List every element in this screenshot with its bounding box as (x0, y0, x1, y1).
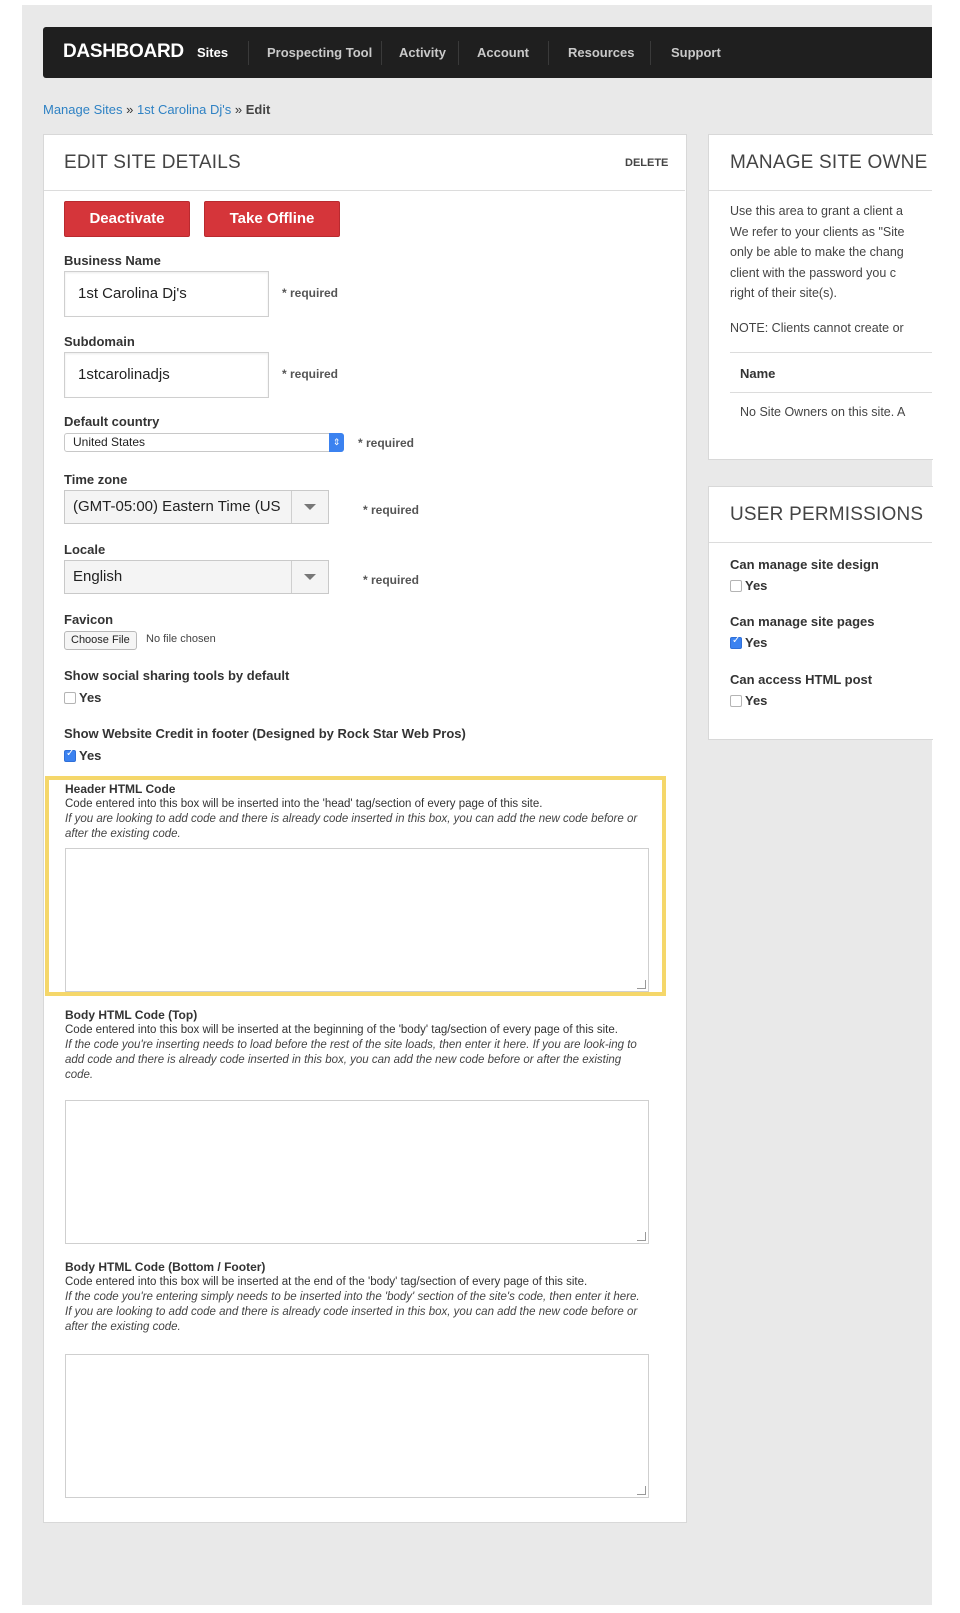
site-owners-description: Use this area to grant a client a We ref… (730, 201, 932, 304)
take-offline-button[interactable]: Take Offline (204, 201, 340, 237)
perm-html-post-yes: Yes (745, 693, 768, 708)
business-name-input[interactable]: 1st Carolina Dj's (64, 271, 269, 317)
locale-select[interactable]: English (64, 560, 329, 594)
owners-empty-text: No Site Owners on this site. A (740, 405, 906, 419)
nav-divider (650, 41, 651, 65)
social-sharing-yes: Yes (79, 690, 102, 705)
default-country-select[interactable]: United States ⇕ (64, 433, 344, 452)
header-code-title: Header HTML Code (65, 782, 176, 796)
panel-divider (44, 190, 685, 191)
owners-desc-line: right of their site(s). (730, 286, 837, 300)
breadcrumb-separator: » (234, 102, 243, 117)
resize-grip-icon[interactable] (637, 980, 646, 989)
chevron-down-icon (291, 491, 328, 523)
perm-manage-pages-checkbox[interactable] (730, 635, 742, 649)
breadcrumb-site[interactable]: 1st Carolina Dj's (137, 102, 231, 117)
header-code-description: Code entered into this box will be inser… (65, 797, 645, 842)
required-note: * required (363, 573, 420, 587)
locale-value: English (73, 568, 123, 585)
owners-desc-line: Use this area to grant a client a (730, 204, 904, 218)
perm-manage-design-yes: Yes (745, 578, 768, 593)
delete-link[interactable]: DELETE (625, 157, 668, 169)
perm-manage-design-label: Can manage site design (730, 557, 879, 572)
nav-item-sites[interactable]: Sites (197, 45, 228, 60)
nav-item-support[interactable]: Support (671, 45, 721, 60)
locale-label: Locale (64, 542, 106, 557)
panel-divider (709, 542, 932, 543)
breadcrumb-separator: » (126, 102, 134, 117)
default-country-label: Default country (64, 414, 160, 429)
header-code-textarea[interactable] (65, 848, 649, 992)
body-bottom-code-note: If the code you're entering simply needs… (65, 1291, 640, 1333)
top-navbar: DASHBOARD Sites Prospecting Tool Activit… (43, 27, 932, 78)
website-credit-yes: Yes (79, 748, 102, 763)
table-divider (730, 352, 932, 353)
body-bottom-code-title: Body HTML Code (Bottom / Footer) (65, 1260, 266, 1274)
social-sharing-checkbox[interactable] (64, 692, 76, 704)
no-file-chosen-text: No file chosen (146, 633, 216, 645)
owners-name-header: Name (740, 366, 776, 381)
time-zone-label: Time zone (64, 472, 128, 487)
header-code-note: If you are looking to add code and there… (65, 813, 638, 840)
body-top-code-note: If the code you're inserting needs to lo… (65, 1039, 637, 1081)
nav-item-activity[interactable]: Activity (399, 45, 446, 60)
user-permissions-title: USER PERMISSIONS (730, 504, 924, 525)
perm-html-post-checkbox[interactable] (730, 695, 742, 707)
select-updown-icon: ⇕ (329, 433, 344, 452)
body-bottom-code-desc-text: Code entered into this box will be inser… (65, 1276, 588, 1288)
time-zone-value: (GMT-05:00) Eastern Time (US (73, 498, 281, 515)
owners-note: NOTE: Clients cannot create or (730, 321, 904, 335)
owners-desc-line: client with the password you c (730, 265, 897, 280)
body-top-code-title: Body HTML Code (Top) (65, 1008, 198, 1022)
breadcrumb-current: Edit (245, 102, 271, 117)
resize-grip-icon[interactable] (637, 1486, 646, 1495)
body-bottom-code-textarea[interactable] (65, 1354, 649, 1498)
required-note: * required (282, 286, 339, 300)
body-bottom-code-description: Code entered into this box will be inser… (65, 1275, 645, 1335)
nav-item-account[interactable]: Account (477, 45, 529, 60)
perm-manage-pages-yes: Yes (745, 635, 768, 650)
choose-file-button[interactable]: Choose File (64, 631, 137, 650)
nav-divider (381, 41, 382, 65)
nav-divider (548, 41, 549, 65)
subdomain-label: Subdomain (64, 334, 135, 349)
breadcrumb: Manage Sites » 1st Carolina Dj's » Edit (43, 102, 270, 117)
perm-html-post-label: Can access HTML post (730, 672, 873, 687)
table-divider (730, 392, 932, 393)
social-sharing-label: Show social sharing tools by default (64, 668, 290, 683)
website-credit-label: Show Website Credit in footer (Designed … (64, 726, 466, 741)
business-name-label: Business Name (64, 253, 161, 268)
website-credit-checkbox[interactable] (64, 748, 76, 762)
deactivate-button[interactable]: Deactivate (64, 201, 190, 237)
header-code-desc-text: Code entered into this box will be inser… (65, 798, 543, 810)
panel-divider (709, 190, 932, 191)
nav-item-prospecting-tool[interactable]: Prospecting Tool (267, 45, 372, 60)
required-note: * required (282, 367, 339, 381)
owners-desc-line: only be able to make the chang (730, 245, 904, 259)
site-owners-title: MANAGE SITE OWNE (730, 152, 928, 173)
chevron-down-icon (291, 561, 328, 593)
required-note: * required (358, 436, 415, 450)
subdomain-input[interactable]: 1stcarolinadjs (64, 352, 269, 398)
breadcrumb-manage-sites[interactable]: Manage Sites (43, 102, 123, 117)
default-country-value: United States (73, 435, 146, 449)
required-note: * required (363, 503, 420, 517)
time-zone-select[interactable]: (GMT-05:00) Eastern Time (US (64, 490, 329, 524)
nav-divider (458, 41, 459, 65)
body-top-code-desc-text: Code entered into this box will be inser… (65, 1024, 618, 1036)
owners-desc-line: We refer to your clients as "Site (730, 224, 905, 239)
nav-divider (248, 41, 249, 65)
favicon-label: Favicon (64, 612, 114, 627)
perm-manage-design-checkbox[interactable] (730, 580, 742, 592)
body-top-code-description: Code entered into this box will be inser… (65, 1023, 645, 1083)
dashboard-brand[interactable]: DASHBOARD (63, 41, 184, 63)
nav-item-resources[interactable]: Resources (568, 45, 634, 60)
body-top-code-textarea[interactable] (65, 1100, 649, 1244)
edit-site-title: EDIT SITE DETAILS (64, 152, 241, 173)
resize-grip-icon[interactable] (637, 1232, 646, 1241)
perm-manage-pages-label: Can manage site pages (730, 614, 875, 629)
